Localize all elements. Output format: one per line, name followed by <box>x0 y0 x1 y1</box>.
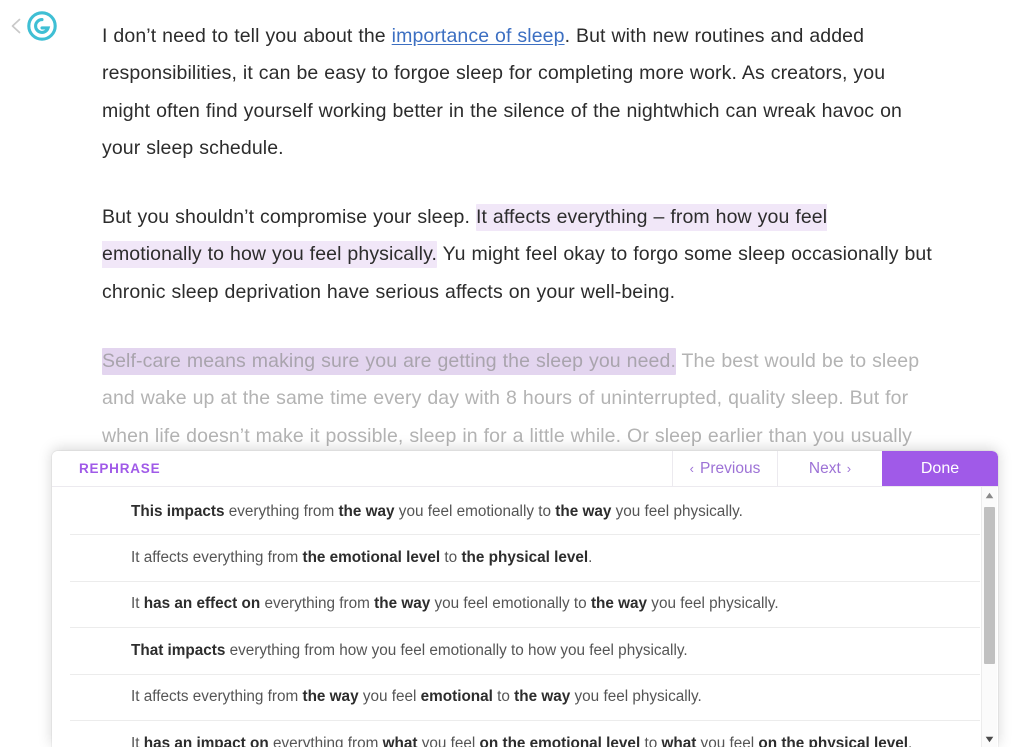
suggestion-run: you feel <box>696 734 759 747</box>
suggestion-text: This impacts everything from the way you… <box>131 502 743 522</box>
suggestion-run: to <box>440 548 462 566</box>
suggestion-emphasis: the way <box>590 595 648 613</box>
suggestion-emphasis: has an impact on <box>143 734 269 747</box>
suggestion-item[interactable]: That impacts everything from how you fee… <box>70 628 980 675</box>
suggestion-emphasis: the way <box>514 688 571 706</box>
suggestion-run: you feel <box>417 734 480 747</box>
text-run: I don’t need to tell you about the <box>102 25 392 47</box>
suggestion-emphasis: emotional <box>420 688 493 706</box>
suggestion-emphasis: the physical level <box>461 548 589 566</box>
rephrase-panel: REPHRASE ‹ Previous Next › Done This imp… <box>52 451 998 747</box>
next-button-label: Next <box>808 459 841 477</box>
suggestion-run: everything from <box>268 734 383 747</box>
rephrase-panel-header: REPHRASE ‹ Previous Next › Done <box>52 451 998 487</box>
suggestion-emphasis: the way <box>555 502 612 520</box>
suggestion-emphasis: on the emotional level <box>479 734 641 747</box>
suggestion-run: you feel physically. <box>570 688 702 706</box>
suggestion-run: you feel emotionally to <box>394 502 556 520</box>
suggestion-emphasis: has an effect on <box>143 595 261 613</box>
suggestion-run: you feel physically. <box>611 502 743 520</box>
back-chevron-icon[interactable] <box>9 17 23 35</box>
suggestion-emphasis: what <box>661 734 697 747</box>
suggestion-run: everything from <box>260 595 375 613</box>
top-bar <box>0 0 100 60</box>
suggestion-emphasis: on the physical level <box>758 734 909 747</box>
suggestion-emphasis: what <box>382 734 418 747</box>
suggestion-emphasis: This impacts <box>131 502 225 520</box>
suggestion-emphasis: the way <box>302 688 359 706</box>
suggestion-text: It affects everything from the way you f… <box>131 687 702 707</box>
scrollbar-thumb[interactable] <box>984 507 995 664</box>
suggestion-emphasis: That impacts <box>131 641 226 659</box>
suggestion-run: . <box>588 548 593 566</box>
suggestions-scrollbar[interactable] <box>981 487 997 747</box>
suggestion-run: everything from how you feel emotionally… <box>225 641 688 659</box>
paragraph-2: But you shouldn’t compromise your sleep.… <box>102 199 932 311</box>
suggestion-item[interactable]: This impacts everything from the way you… <box>70 487 980 535</box>
suggestion-run: It <box>131 734 144 747</box>
chevron-right-icon: › <box>846 461 852 476</box>
suggestion-run: you feel physically. <box>647 595 779 613</box>
app-root: I don’t need to tell you about the impor… <box>0 0 1024 747</box>
suggestion-item[interactable]: It has an impact on everything from what… <box>70 721 980 747</box>
suggestion-text: That impacts everything from how you fee… <box>131 641 688 661</box>
suggestion-text: It has an effect on everything from the … <box>131 594 779 614</box>
chevron-left-icon: ‹ <box>689 461 695 476</box>
panel-title: REPHRASE <box>79 461 161 476</box>
suggestion-item[interactable]: It affects everything from the way you f… <box>70 675 980 721</box>
suggestion-run: you feel <box>358 688 421 706</box>
suggestion-run: to <box>640 734 662 747</box>
next-button[interactable]: Next › <box>777 451 882 486</box>
suggestion-text: It affects everything from the emotional… <box>131 548 592 568</box>
previous-button[interactable]: ‹ Previous <box>672 451 777 486</box>
suggestion-list[interactable]: This impacts everything from the way you… <box>52 487 998 747</box>
scroll-down-arrow-icon[interactable] <box>982 731 997 747</box>
scroll-up-arrow-icon[interactable] <box>982 487 997 503</box>
suggestion-run: to <box>492 688 515 706</box>
document-body[interactable]: I don’t need to tell you about the impor… <box>102 18 932 524</box>
suggestion-item[interactable]: It affects everything from the emotional… <box>70 535 980 582</box>
highlighted-suggestion[interactable]: Self-care means making sure you are gett… <box>102 348 676 376</box>
done-button-label: Done <box>920 459 960 477</box>
text-run: But you shouldn’t compromise your sleep. <box>102 206 476 229</box>
suggestion-text: It has an impact on everything from what… <box>131 734 912 747</box>
grammarly-logo-icon[interactable] <box>27 11 57 41</box>
suggestion-run: It <box>131 595 144 613</box>
done-button[interactable]: Done <box>882 451 998 486</box>
suggestion-run: . <box>908 734 913 747</box>
suggestion-emphasis: the way <box>374 595 431 613</box>
paragraph-1: I don’t need to tell you about the impor… <box>102 18 932 167</box>
suggestion-run: everything from <box>224 502 339 520</box>
suggestion-item[interactable]: It has an effect on everything from the … <box>70 582 980 628</box>
suggestion-run: It affects everything from <box>131 548 303 566</box>
suggestion-run: It affects everything from <box>131 688 303 706</box>
suggestion-run: you feel emotionally to <box>430 595 591 613</box>
suggestion-emphasis: the emotional level <box>302 548 441 566</box>
importance-of-sleep-link[interactable]: importance of sleep <box>392 25 565 47</box>
previous-button-label: Previous <box>700 459 761 477</box>
suggestion-emphasis: the way <box>338 502 395 520</box>
